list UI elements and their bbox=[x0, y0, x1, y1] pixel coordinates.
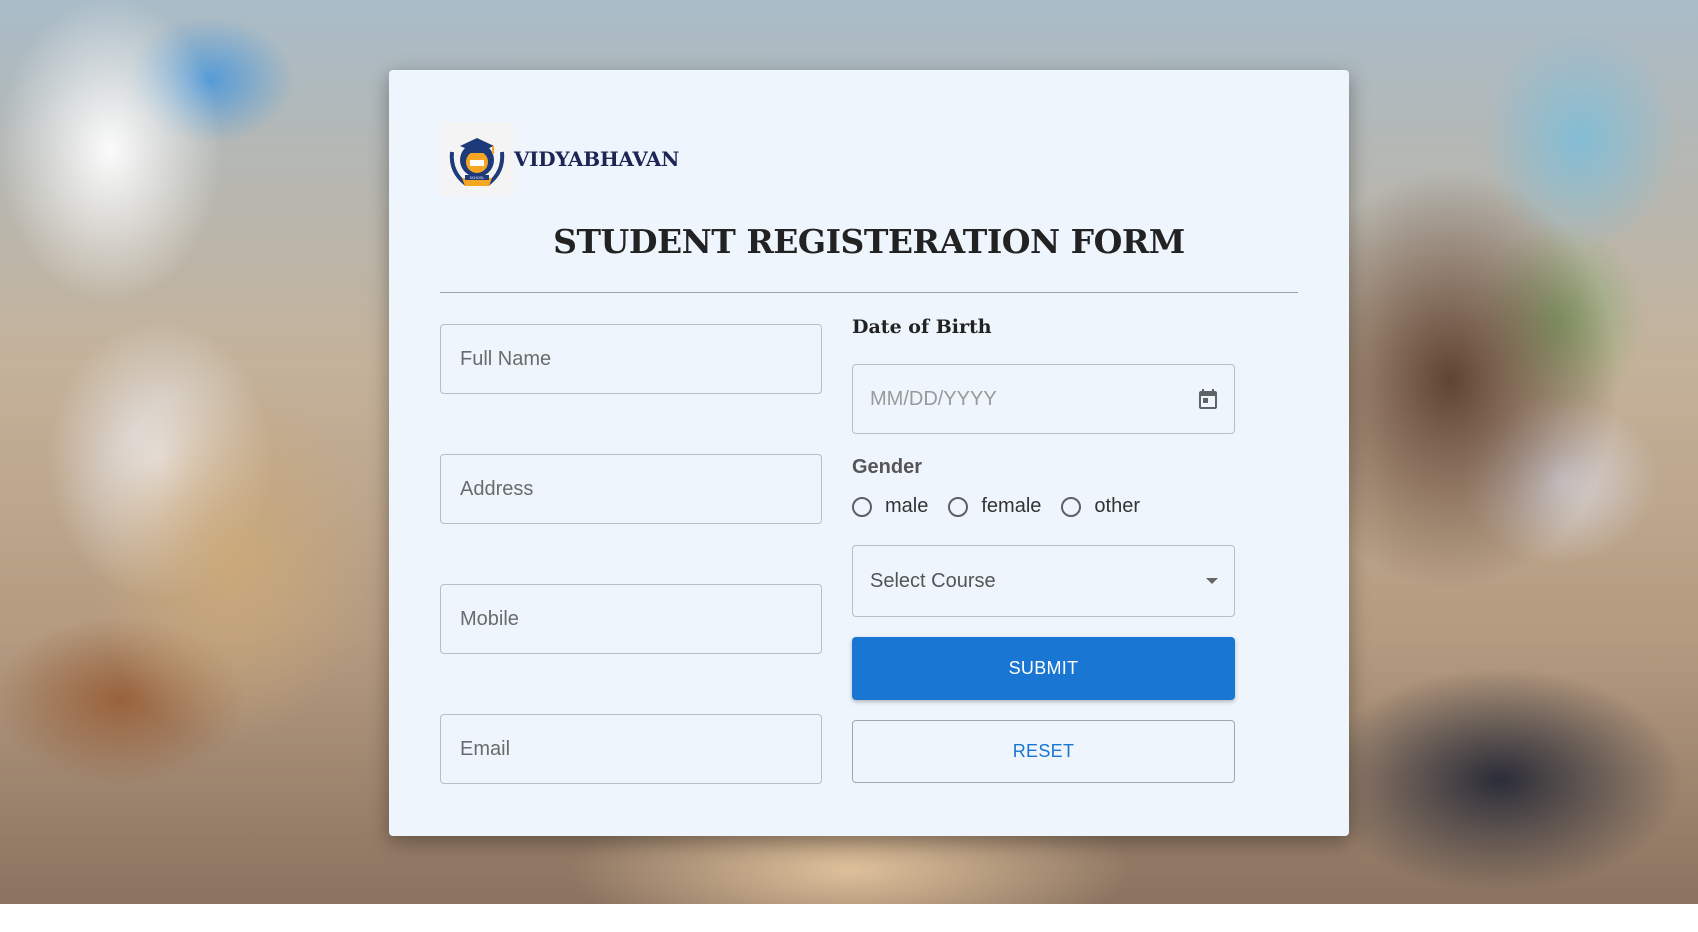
gender-option-other[interactable]: other bbox=[1061, 495, 1140, 518]
brand: SCHOOL VIDYABHAVAN bbox=[440, 122, 679, 196]
dob-label: Date of Birth bbox=[852, 316, 992, 338]
full-name-input[interactable] bbox=[458, 346, 821, 372]
gender-radio-group: male female other bbox=[852, 495, 1160, 518]
gender-option-male[interactable]: male bbox=[852, 495, 928, 518]
gender-label: Gender bbox=[852, 456, 923, 478]
radio-button[interactable] bbox=[852, 496, 872, 517]
email-field[interactable] bbox=[440, 714, 822, 784]
dob-placeholder: MM/DD/YYYY bbox=[870, 387, 997, 410]
logo-text: SCHOOL bbox=[470, 176, 485, 180]
radio-label: other bbox=[1094, 495, 1140, 517]
full-name-field[interactable] bbox=[440, 324, 822, 394]
gender-option-female[interactable]: female bbox=[948, 495, 1041, 518]
mobile-field[interactable] bbox=[440, 584, 822, 654]
registration-card: SCHOOL VIDYABHAVAN STUDENT REGISTERATION… bbox=[389, 70, 1349, 836]
brand-name: VIDYABHAVAN bbox=[514, 147, 680, 171]
address-field[interactable] bbox=[440, 454, 822, 524]
mobile-input[interactable] bbox=[458, 606, 821, 632]
course-select-placeholder: Select Course bbox=[870, 569, 996, 592]
radio-label: male bbox=[885, 495, 929, 517]
form-title: STUDENT REGISTERATION FORM bbox=[553, 222, 1185, 261]
title-divider bbox=[440, 292, 1298, 293]
school-logo-icon: SCHOOL bbox=[440, 122, 514, 196]
submit-button[interactable]: SUBMIT bbox=[852, 637, 1235, 700]
radio-button[interactable] bbox=[948, 496, 969, 517]
radio-button[interactable] bbox=[1061, 496, 1082, 517]
chevron-down-icon bbox=[1206, 578, 1218, 584]
email-input[interactable] bbox=[458, 736, 821, 762]
address-input[interactable] bbox=[458, 476, 821, 502]
course-select[interactable]: Select Course bbox=[852, 545, 1235, 617]
radio-label: female bbox=[981, 495, 1042, 517]
reset-button[interactable]: RESET bbox=[852, 720, 1235, 783]
dob-input[interactable]: MM/DD/YYYY bbox=[852, 364, 1235, 434]
calendar-icon[interactable] bbox=[1196, 387, 1220, 411]
